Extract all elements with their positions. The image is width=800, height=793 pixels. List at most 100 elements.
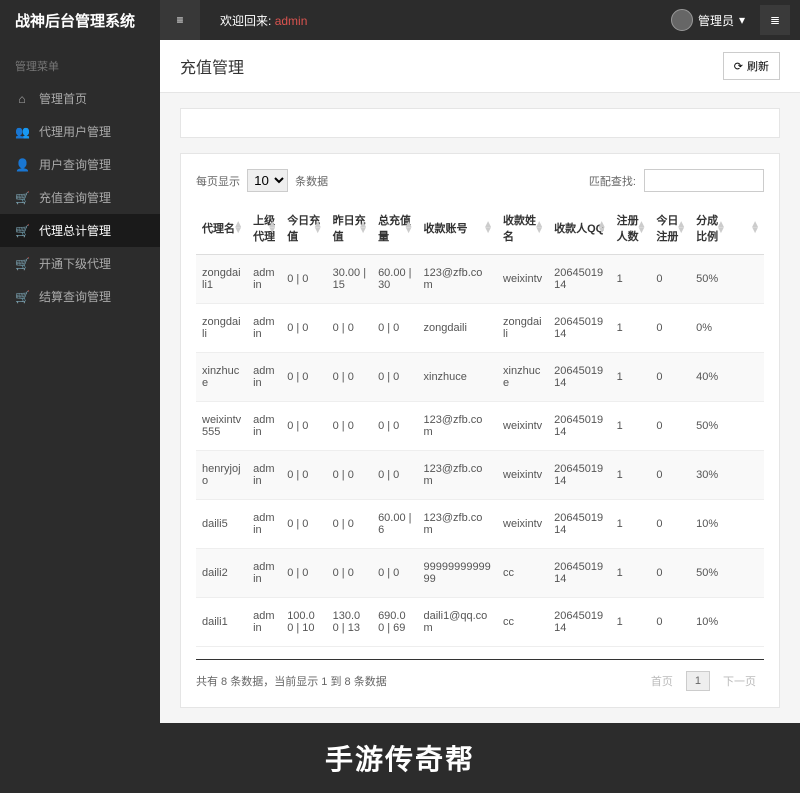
table-cell: 0 | 0 — [281, 402, 326, 451]
table-row[interactable]: zongdailiadmin0 | 00 | 00 | 0zongdailizo… — [196, 304, 764, 353]
table-cell: cc — [497, 598, 548, 647]
list-icon: ≣ — [770, 13, 780, 27]
refresh-icon: ⟳ — [734, 60, 743, 73]
hamburger-icon: ≡ — [176, 13, 183, 27]
table-cell: 0 | 0 — [372, 549, 417, 598]
welcome-username: admin — [275, 14, 308, 28]
table-cell: 2064501914 — [548, 500, 610, 549]
table-cell: 9999999999999 — [418, 549, 498, 598]
column-header[interactable]: 分成比例▲▼ — [690, 202, 730, 255]
table-cell: 1 — [611, 598, 651, 647]
menu-toggle-button[interactable]: ≡ — [160, 0, 200, 40]
table-row[interactable]: daili5admin0 | 00 | 060.00 | 6123@zfb.co… — [196, 500, 764, 549]
table-cell: 0 | 0 — [327, 500, 372, 549]
table-header-row: 代理名▲▼上级代理▲▼今日充值▲▼昨日充值▲▼总充值量▲▼收款账号▲▼收款姓名▲… — [196, 202, 764, 255]
table-cell: 0 — [650, 402, 690, 451]
nav-icon: ⌂ — [15, 92, 29, 106]
table-cell: cc — [497, 549, 548, 598]
table-cell: 2064501914 — [548, 549, 610, 598]
column-header[interactable]: 今日充值▲▼ — [281, 202, 326, 255]
table-cell: 0 — [650, 598, 690, 647]
column-header[interactable]: 代理名▲▼ — [196, 202, 247, 255]
sidebar-item-6[interactable]: 🛒结算查询管理 — [0, 280, 160, 313]
table-row[interactable]: zongdaili1admin0 | 030.00 | 1560.00 | 30… — [196, 255, 764, 304]
sort-icon: ▲▼ — [483, 222, 493, 234]
table-cell: weixintv — [497, 500, 548, 549]
table-cell: 0 — [650, 500, 690, 549]
table-row[interactable]: xinzhuceadmin0 | 00 | 00 | 0xinzhucexinz… — [196, 353, 764, 402]
table-cell: 690.00 | 69 — [372, 598, 417, 647]
table-cell: 0% — [690, 304, 730, 353]
sort-icon: ▲▼ — [404, 222, 414, 234]
table-cell: 1 — [611, 304, 651, 353]
admin-dropdown[interactable]: 管理员 ▾ — [671, 9, 745, 31]
sidebar-item-0[interactable]: ⌂ 管理首页 — [0, 82, 160, 115]
table-cell: 123@zfb.com — [418, 402, 498, 451]
page-size-select[interactable]: 10 — [247, 169, 288, 192]
bottom-banner: 手游传奇帮 — [0, 723, 800, 793]
nav-label: 代理总计管理 — [39, 222, 111, 239]
table-cell: xinzhuce — [497, 353, 548, 402]
table-cell: weixintv — [497, 451, 548, 500]
column-header[interactable]: 收款姓名▲▼ — [497, 202, 548, 255]
table-cell: daili5 — [196, 500, 247, 549]
sort-icon: ▲▼ — [676, 222, 686, 234]
column-header[interactable]: 今日注册▲▼ — [650, 202, 690, 255]
column-header[interactable]: 总充值量▲▼ — [372, 202, 417, 255]
chevron-down-icon: ▾ — [739, 13, 745, 27]
sidebar-item-5[interactable]: 🛒开通下级代理 — [0, 247, 160, 280]
right-panel-toggle[interactable]: ≣ — [760, 5, 790, 35]
table-cell: 123@zfb.com — [418, 451, 498, 500]
table-cell: 0 | 0 — [281, 451, 326, 500]
refresh-button[interactable]: ⟳ 刷新 — [723, 52, 780, 80]
top-bar: 战神后台管理系统 ≡ 欢迎回来: admin 管理员 ▾ ≣ — [0, 0, 800, 40]
table-cell-empty — [730, 353, 764, 402]
table-cell: 30.00 | 15 — [327, 255, 372, 304]
table-cell: 2064501914 — [548, 304, 610, 353]
sidebar-item-2[interactable]: 👤用户查询管理 — [0, 148, 160, 181]
page-number[interactable]: 1 — [686, 671, 710, 691]
table-cell: 10% — [690, 598, 730, 647]
table-cell: 123@zfb.com — [418, 255, 498, 304]
app-title: 战神后台管理系统 — [0, 10, 160, 31]
table-cell: 0 — [650, 549, 690, 598]
table-cell-empty — [730, 500, 764, 549]
search-input[interactable] — [644, 169, 764, 192]
sort-icon: ▲▼ — [267, 222, 277, 234]
table-row[interactable]: daili2admin0 | 00 | 00 | 09999999999999c… — [196, 549, 764, 598]
table-cell: daili1 — [196, 598, 247, 647]
table-cell: 0 | 0 — [327, 549, 372, 598]
column-header[interactable]: 注册人数▲▼ — [611, 202, 651, 255]
table-row[interactable]: henryjojoadmin0 | 00 | 00 | 0123@zfb.com… — [196, 451, 764, 500]
table-cell: 50% — [690, 402, 730, 451]
table-panel: 每页显示 10 条数据 匹配查找: 代理名▲▼上级代 — [180, 153, 780, 708]
refresh-label: 刷新 — [747, 58, 769, 74]
first-page-button[interactable]: 首页 — [643, 670, 681, 692]
table-cell: 0 | 0 — [281, 549, 326, 598]
sidebar-item-3[interactable]: 🛒充值查询管理 — [0, 181, 160, 214]
table-cell: 40% — [690, 353, 730, 402]
column-header[interactable]: 收款账号▲▼ — [418, 202, 498, 255]
column-header[interactable]: 收款人QQ▲▼ — [548, 202, 610, 255]
welcome-label: 欢迎回来: — [220, 14, 271, 28]
table-cell: 0 — [650, 451, 690, 500]
nav-label: 管理首页 — [39, 90, 87, 107]
table-cell: admin — [247, 304, 281, 353]
table-cell: 30% — [690, 451, 730, 500]
sidebar-item-1[interactable]: 👥代理用户管理 — [0, 115, 160, 148]
column-header[interactable]: 昨日充值▲▼ — [327, 202, 372, 255]
table-row[interactable]: daili1admin100.00 | 10130.00 | 13690.00 … — [196, 598, 764, 647]
table-cell: 0 | 0 — [327, 353, 372, 402]
table-cell: 0 | 0 — [327, 304, 372, 353]
table-cell: 100.00 | 10 — [281, 598, 326, 647]
sidebar: 管理菜单 ⌂管理首页👥代理用户管理👤用户查询管理🛒充值查询管理🛒代理总计管理🛒开… — [0, 40, 160, 723]
column-header[interactable]: 上级代理▲▼ — [247, 202, 281, 255]
next-page-button[interactable]: 下一页 — [715, 670, 764, 692]
sort-icon: ▲▼ — [313, 222, 323, 234]
table-cell: weixintv — [497, 255, 548, 304]
table-cell: 1 — [611, 402, 651, 451]
sidebar-item-4[interactable]: 🛒代理总计管理 — [0, 214, 160, 247]
table-row[interactable]: weixintv555admin0 | 00 | 00 | 0123@zfb.c… — [196, 402, 764, 451]
table-cell: weixintv555 — [196, 402, 247, 451]
table-cell: 130.00 | 13 — [327, 598, 372, 647]
